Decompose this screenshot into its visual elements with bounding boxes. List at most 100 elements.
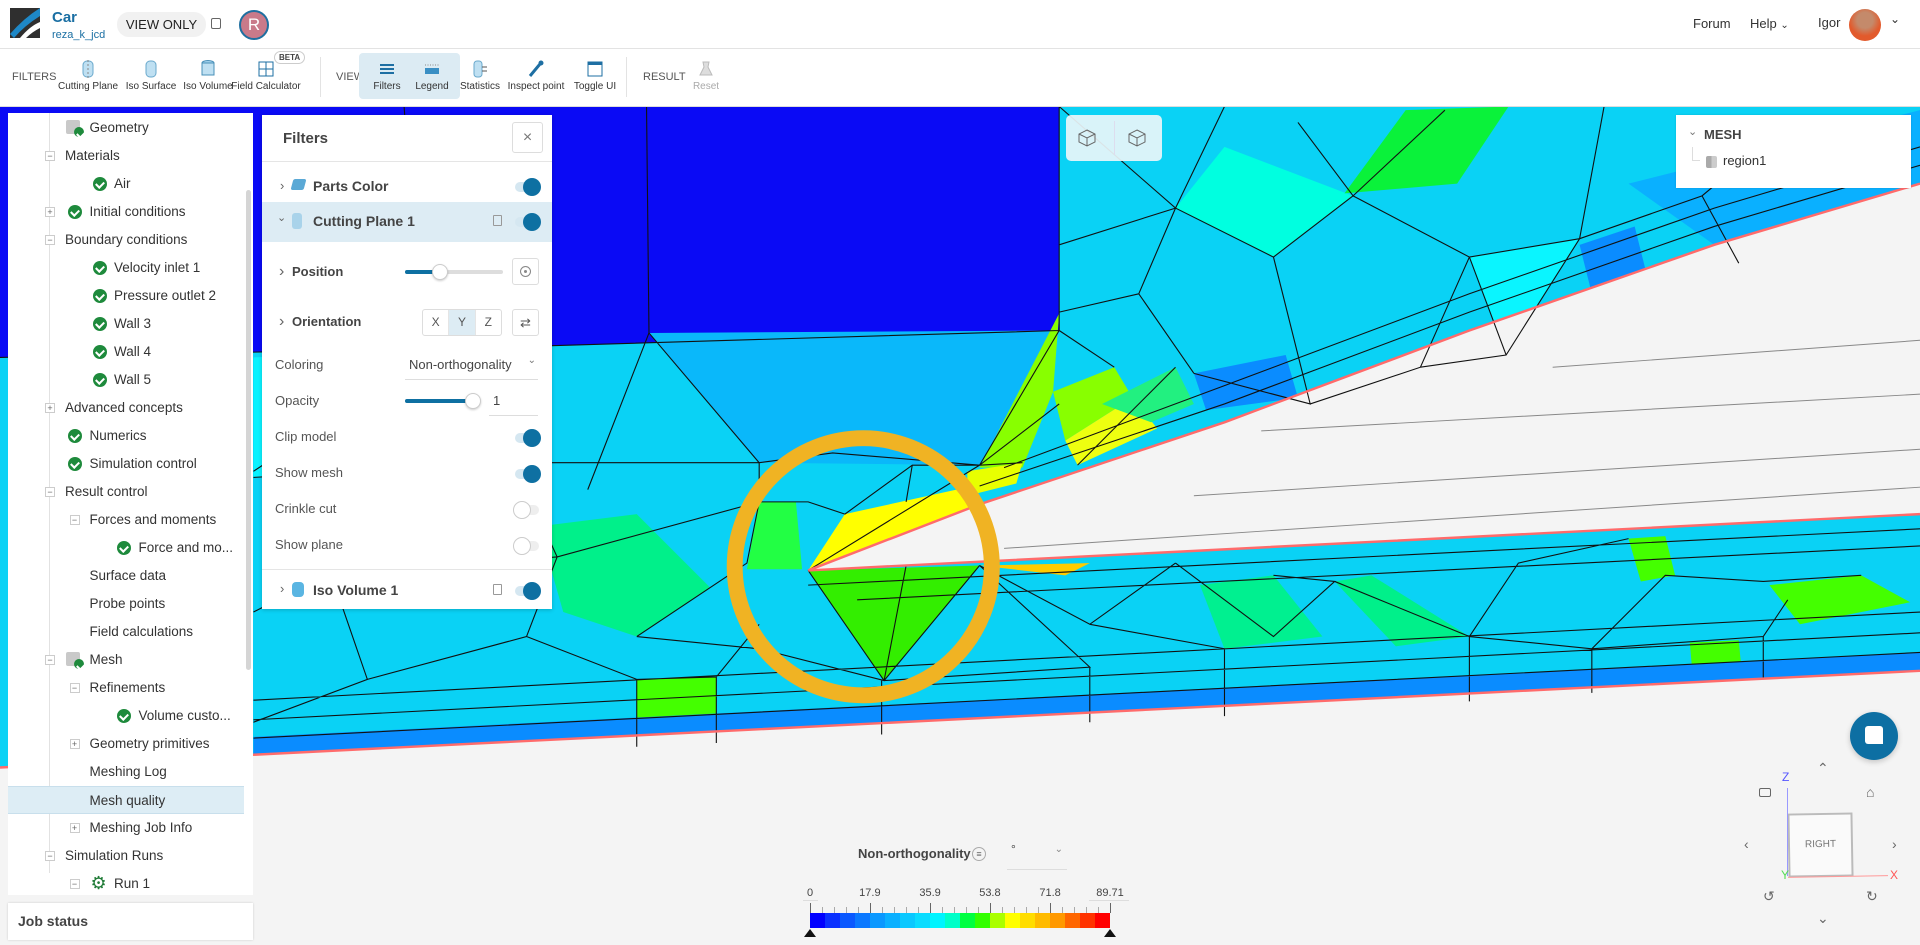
tree-item-wall-4[interactable]: Wall 4: [8, 338, 244, 366]
simulation-tree[interactable]: Geometry − Materials Air + Initial conditions…: [8, 113, 253, 895]
filter-iso-volume[interactable]: › Iso Volume 1: [262, 571, 552, 609]
tree-item-mesh[interactable]: − Mesh: [8, 646, 244, 674]
tree-item-result-control[interactable]: − Result control: [8, 478, 244, 506]
user-name[interactable]: Igor: [1818, 15, 1840, 30]
clip-model-toggle[interactable]: [515, 429, 541, 447]
tree-item-numerics[interactable]: Numerics: [8, 422, 244, 450]
forum-link[interactable]: Forum: [1693, 16, 1731, 31]
help-menu[interactable]: Help ⌄: [1750, 16, 1789, 31]
collapse-icon[interactable]: −: [69, 879, 80, 889]
reset-button[interactable]: Reset: [678, 53, 734, 99]
rotate-up-icon[interactable]: ⌃: [1817, 760, 1829, 777]
tree-item-wall-3[interactable]: Wall 3: [8, 310, 244, 338]
crinkle-cut-toggle[interactable]: [513, 501, 539, 519]
flip-orientation-button[interactable]: ⇄: [512, 309, 539, 336]
chevron-right-icon[interactable]: ›: [280, 178, 284, 193]
tree-item-refinements[interactable]: − Refinements: [8, 674, 244, 702]
navigation-cube[interactable]: RIGHT Z X Y ⌃ ⌄ ‹ › ⌂ ↺ ↻: [1740, 760, 1920, 930]
rotate-ccw-icon[interactable]: ↺: [1763, 888, 1775, 905]
tree-item-geometry[interactable]: Geometry: [8, 114, 244, 142]
app-logo[interactable]: [10, 8, 40, 38]
job-status-panel[interactable]: Job status: [8, 903, 253, 940]
tree-item-simulation-runs[interactable]: − Simulation Runs: [8, 842, 244, 870]
show-mesh-toggle[interactable]: [515, 465, 541, 483]
opacity-input[interactable]: 1: [489, 387, 538, 416]
show-plane-toggle[interactable]: [513, 537, 539, 555]
tree-item-forces-and-moments[interactable]: − Forces and moments: [8, 506, 244, 534]
collapse-icon[interactable]: −: [45, 151, 55, 161]
rotate-cw-icon[interactable]: ↻: [1866, 888, 1878, 905]
chevron-right-icon[interactable]: ›: [279, 313, 284, 331]
rotate-down-icon[interactable]: ⌄: [1817, 910, 1829, 927]
tree-item-run-1[interactable]: − ⚙ Run 1: [8, 870, 244, 895]
tree-item-initial-conditions[interactable]: + Initial conditions: [8, 198, 244, 226]
cube-face[interactable]: RIGHT: [1787, 812, 1854, 878]
opacity-slider[interactable]: [405, 393, 481, 409]
tree-item-surface-data[interactable]: Surface data: [8, 562, 244, 590]
chevron-down-icon[interactable]: ⌄: [277, 211, 286, 224]
chevron-down-icon[interactable]: ⌄: [1890, 12, 1900, 26]
collapse-icon[interactable]: −: [69, 683, 80, 693]
unit-select[interactable]: ° ⌄: [1007, 842, 1067, 870]
tree-item-advanced-concepts[interactable]: + Advanced concepts: [8, 394, 244, 422]
chevron-right-icon[interactable]: ›: [279, 263, 284, 281]
tree-item-mesh-quality[interactable]: Mesh quality: [8, 786, 244, 814]
legend-menu-button[interactable]: ≡: [972, 847, 986, 861]
parts-color-toggle[interactable]: [515, 178, 541, 196]
position-slider[interactable]: [405, 264, 503, 280]
expand-icon[interactable]: +: [69, 823, 80, 833]
statistics-button[interactable]: Statistics: [452, 53, 508, 99]
iso-volume-button[interactable]: Iso Volume: [180, 53, 236, 99]
orientation-y-button[interactable]: Y: [448, 310, 475, 335]
iso-surface-button[interactable]: Iso Surface: [123, 53, 179, 99]
tree-item-materials[interactable]: − Materials: [8, 142, 244, 170]
chevron-down-icon[interactable]: ⌄: [1688, 125, 1697, 138]
toggle-ui-button[interactable]: Toggle UI: [567, 53, 623, 99]
sidebar-scrollbar[interactable]: [246, 190, 251, 670]
max-handle[interactable]: [1104, 929, 1116, 937]
coloring-select[interactable]: Non-orthogonality ⌄: [405, 351, 538, 380]
tree-item-geometry-primitives[interactable]: + Geometry primitives: [8, 730, 244, 758]
tree-item-velocity-inlet-1[interactable]: Velocity inlet 1: [8, 254, 244, 282]
tree-item-probe-points[interactable]: Probe points: [8, 590, 244, 618]
perspective-view-button[interactable]: [1076, 127, 1098, 149]
orthographic-view-button[interactable]: [1126, 127, 1148, 149]
close-button[interactable]: ×: [512, 122, 543, 153]
chevron-right-icon[interactable]: ›: [280, 581, 284, 596]
field-calculator-button[interactable]: Field Calculator BETA: [231, 51, 306, 99]
tree-item-pressure-outlet-2[interactable]: Pressure outlet 2: [8, 282, 244, 310]
project-owner[interactable]: reza_k_jcd: [52, 29, 105, 41]
user-avatar[interactable]: R: [239, 10, 269, 40]
copy-icon[interactable]: [211, 18, 221, 29]
tree-item-meshing-log[interactable]: Meshing Log: [8, 758, 244, 786]
collapse-icon[interactable]: −: [69, 515, 80, 525]
iso-volume-toggle[interactable]: [515, 582, 541, 600]
tree-item-air[interactable]: Air: [8, 170, 244, 198]
collapse-icon[interactable]: −: [45, 487, 55, 497]
collapse-icon[interactable]: −: [45, 851, 55, 861]
trash-icon[interactable]: [493, 215, 502, 226]
project-title[interactable]: Car: [52, 9, 77, 26]
orientation-z-button[interactable]: Z: [474, 310, 501, 335]
home-icon[interactable]: ⌂: [1866, 784, 1874, 800]
tree-item-meshing-job-info[interactable]: + Meshing Job Info: [8, 814, 244, 842]
filter-parts-color[interactable]: › Parts Color: [262, 169, 552, 205]
min-handle[interactable]: [804, 929, 816, 937]
collapse-icon[interactable]: −: [45, 235, 55, 245]
scene-tree-item[interactable]: region1: [1706, 153, 1766, 173]
center-position-button[interactable]: [512, 258, 539, 285]
cutting-plane-toggle[interactable]: [515, 213, 541, 231]
chat-button[interactable]: [1850, 712, 1898, 760]
tree-item-force-and-mo[interactable]: Force and mo...: [8, 534, 244, 562]
tree-item-wall-5[interactable]: Wall 5: [8, 366, 244, 394]
camera-icon[interactable]: [1759, 788, 1771, 797]
tree-item-field-calculations[interactable]: Field calculations: [8, 618, 244, 646]
filter-cutting-plane[interactable]: ⌄ Cutting Plane 1: [262, 202, 552, 242]
rotate-left-icon[interactable]: ‹: [1744, 836, 1749, 852]
rotate-right-icon[interactable]: ›: [1892, 836, 1897, 852]
tree-item-boundary-conditions[interactable]: − Boundary conditions: [8, 226, 244, 254]
inspect-point-button[interactable]: Inspect point: [508, 53, 564, 99]
tree-item-simulation-control[interactable]: Simulation control: [8, 450, 244, 478]
profile-avatar[interactable]: [1849, 9, 1881, 41]
orientation-x-button[interactable]: X: [423, 310, 448, 335]
